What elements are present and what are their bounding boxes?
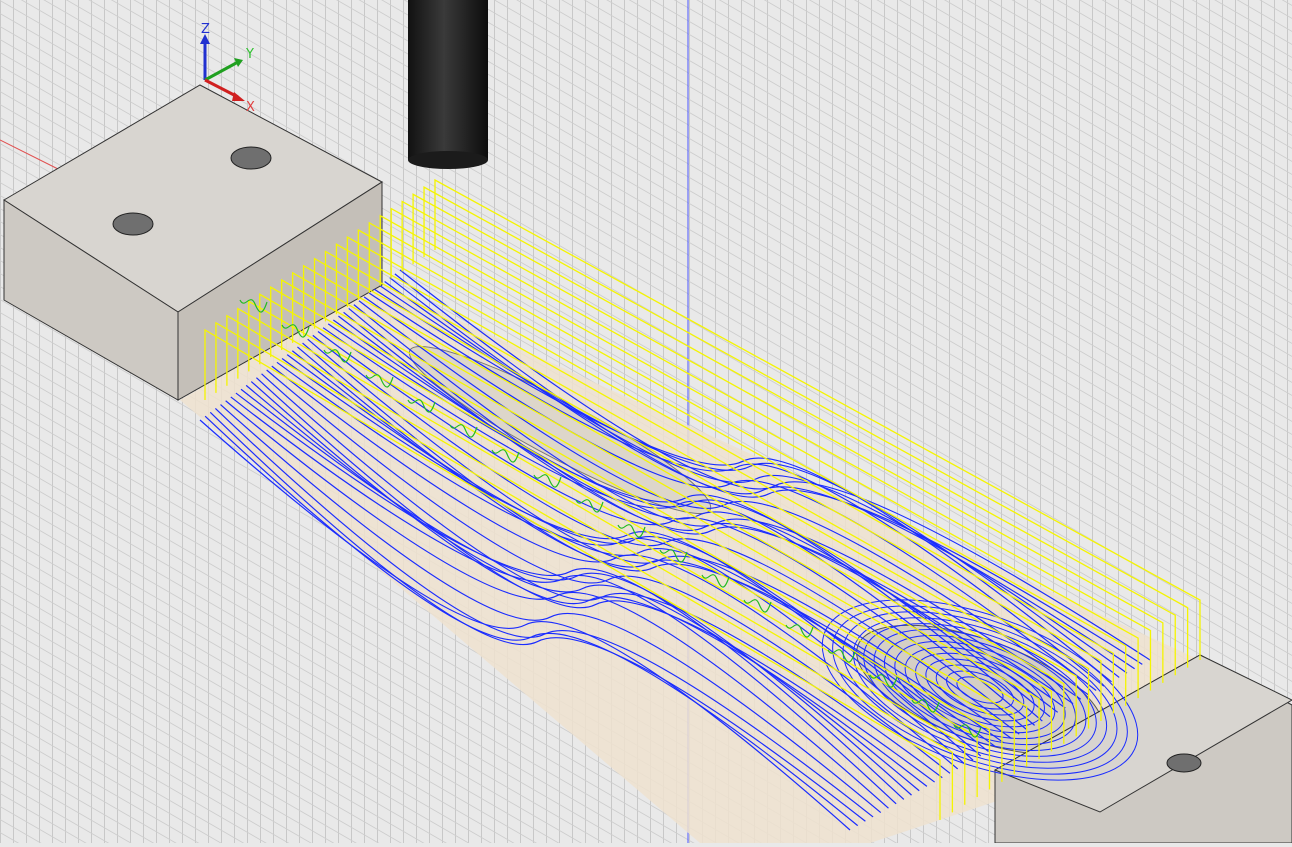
bolt-hole xyxy=(230,146,272,170)
x-axis-label: X xyxy=(246,100,255,115)
y-axis-label: Y xyxy=(245,47,254,62)
viewport-canvas[interactable]: Z Y X xyxy=(0,0,1292,844)
z-axis-label: Z xyxy=(201,22,210,37)
bolt-hole xyxy=(112,212,154,236)
cam-3d-viewport[interactable]: Z Y X xyxy=(0,0,1292,844)
bolt-hole xyxy=(1166,753,1202,773)
cutting-tool[interactable] xyxy=(408,0,488,169)
